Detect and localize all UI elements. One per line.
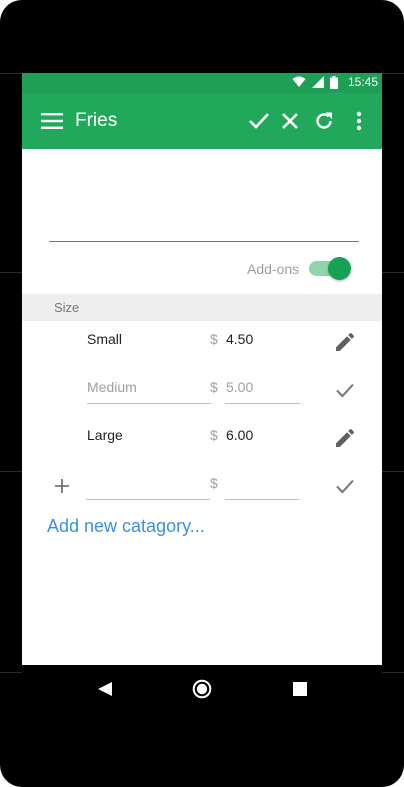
size-name: Large [87, 427, 123, 443]
check-icon [336, 479, 354, 494]
currency-symbol: $ [210, 475, 218, 491]
currency-symbol: $ [210, 331, 218, 347]
wifi-icon [292, 76, 306, 87]
check-icon [249, 113, 269, 129]
section-title: Size [54, 300, 80, 315]
recents-button[interactable] [288, 677, 312, 701]
bezel-divider [382, 471, 404, 472]
price-input-underline [225, 499, 299, 500]
bezel-divider [382, 73, 404, 74]
bezel-divider [382, 672, 404, 673]
pencil-icon [336, 332, 355, 351]
more-vert-icon [356, 111, 362, 131]
cancel-button[interactable] [276, 107, 304, 135]
battery-icon [329, 75, 338, 89]
home-circle-icon [192, 679, 212, 699]
addons-label: Add-ons [247, 261, 300, 277]
signal-icon [311, 76, 324, 88]
bezel-divider [0, 672, 22, 673]
app-screen: 15:45 Fries Add-ons Size Small $ 4.50 Me… [22, 73, 382, 715]
edit-size-button[interactable] [333, 330, 357, 354]
size-name-input[interactable]: Medium [87, 379, 137, 395]
menu-button[interactable] [38, 107, 66, 135]
size-price-input[interactable]: 5.00 [226, 379, 253, 395]
size-row-editing: Medium $ 5.00 [22, 366, 382, 414]
toolbar: Fries [22, 93, 382, 149]
plus-icon [55, 479, 69, 493]
item-name-field[interactable] [49, 241, 359, 242]
size-price: 4.50 [226, 331, 254, 347]
edit-size-button[interactable] [333, 426, 357, 450]
toggle-thumb [328, 257, 351, 280]
bezel-divider [382, 272, 404, 273]
close-icon [282, 113, 298, 129]
name-input-underline [86, 499, 210, 500]
add-size-button[interactable] [50, 474, 74, 498]
size-row: Small $ 4.50 [22, 318, 382, 366]
size-row: Large $ 6.00 [22, 414, 382, 462]
navigation-bar [22, 665, 382, 715]
status-bar: 15:45 [22, 73, 382, 93]
price-input-underline [225, 403, 300, 404]
refresh-button[interactable] [310, 107, 338, 135]
section-header-size: Size [22, 294, 382, 321]
recents-square-icon [293, 682, 307, 696]
hamburger-menu-icon [41, 113, 63, 129]
size-price: 6.00 [226, 427, 254, 443]
new-size-row: $ [22, 462, 382, 510]
back-triangle-icon [98, 682, 112, 696]
name-input-underline [87, 403, 211, 404]
home-button[interactable] [190, 677, 214, 701]
status-time: 15:45 [347, 75, 378, 89]
save-new-size-button[interactable] [333, 474, 357, 498]
back-button[interactable] [93, 677, 117, 701]
save-size-button[interactable] [333, 378, 357, 402]
check-icon [336, 383, 354, 398]
add-new-category-link[interactable]: Add new catagory... [47, 516, 205, 537]
currency-symbol: $ [210, 379, 218, 395]
overflow-menu-button[interactable] [345, 107, 373, 135]
confirm-button[interactable] [245, 107, 273, 135]
toolbar-title: Fries [75, 110, 118, 131]
bezel-divider [0, 471, 22, 472]
currency-symbol: $ [210, 427, 218, 443]
addons-toggle[interactable] [309, 256, 355, 282]
refresh-icon [316, 112, 332, 129]
pencil-icon [336, 428, 355, 447]
bezel-divider [0, 73, 22, 74]
size-name: Small [87, 331, 123, 347]
status-icons: 15:45 [292, 75, 378, 89]
bezel-divider [0, 272, 22, 273]
